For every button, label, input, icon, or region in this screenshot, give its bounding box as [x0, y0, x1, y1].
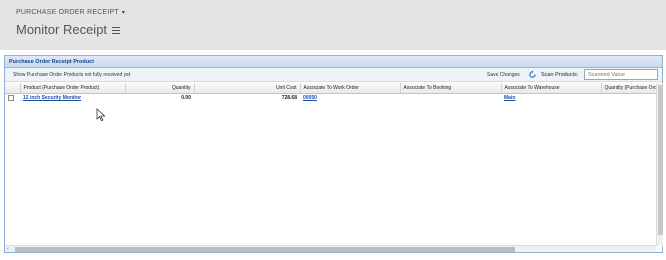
chevron-down-icon[interactable]: ▾ — [122, 9, 125, 16]
filter-view-label[interactable]: Show Purchase Order Products not fully r… — [13, 72, 130, 78]
grid-header-row: Product (Purchase Order Product) Quantit… — [5, 83, 656, 94]
mouse-pointer-icon — [96, 108, 106, 122]
panel-title: Purchase Order Receipt Product — [5, 56, 662, 68]
booking-cell[interactable] — [400, 93, 501, 102]
col-header-po-quantity[interactable]: Quantity (Purchase Order Prod — [601, 83, 656, 94]
grid-toolbar: Show Purchase Order Products not fully r… — [5, 68, 662, 82]
breadcrumb-label[interactable]: PURCHASE ORDER RECEIPT — [16, 9, 119, 16]
product-link[interactable]: 12 inch Security Monitor — [23, 95, 81, 101]
save-changes-button[interactable]: Save Changes — [487, 72, 520, 78]
po-quantity-cell[interactable] — [601, 93, 656, 102]
work-order-link[interactable]: 00050 — [303, 95, 317, 101]
page-header: PURCHASE ORDER RECEIPT ▾ Monitor Receipt — [0, 0, 666, 50]
quantity-cell[interactable]: 0.00 — [125, 93, 194, 102]
vertical-scrollbar[interactable] — [656, 83, 663, 246]
select-all-header[interactable] — [5, 83, 21, 94]
page-title: Monitor Receipt — [16, 22, 121, 37]
warehouse-link[interactable]: Main — [504, 95, 515, 101]
horizontal-scrollbar-thumb[interactable] — [15, 247, 515, 252]
col-header-unit-cost[interactable]: Unit Cost — [194, 83, 301, 94]
page-title-text: Monitor Receipt — [16, 22, 108, 37]
scan-products-input[interactable] — [584, 69, 658, 80]
po-receipt-product-panel: Purchase Order Receipt Product Show Purc… — [4, 55, 663, 253]
vertical-scrollbar-thumb[interactable] — [658, 85, 663, 235]
row-checkbox[interactable] — [8, 94, 14, 101]
hamburger-icon[interactable] — [112, 27, 121, 34]
table-row[interactable]: 12 inch Security Monitor 0.00 728.68 000… — [5, 93, 656, 102]
col-header-work-order[interactable]: Associate To Work Order — [300, 83, 401, 94]
scan-products-label: Scan Products: — [541, 72, 579, 78]
col-header-booking[interactable]: Associate To Booking — [400, 83, 502, 94]
breadcrumb[interactable]: PURCHASE ORDER RECEIPT ▾ — [16, 9, 125, 16]
col-header-quantity[interactable]: Quantity — [125, 83, 195, 94]
scroll-left-icon[interactable]: ‹ — [7, 247, 9, 252]
unit-cost-cell[interactable]: 728.68 — [194, 93, 300, 102]
refresh-icon[interactable] — [528, 70, 537, 79]
col-header-product[interactable]: Product (Purchase Order Product) — [20, 83, 126, 94]
horizontal-scrollbar[interactable]: ‹ — [5, 245, 656, 252]
col-header-warehouse[interactable]: Associate To Warehouse — [501, 83, 602, 94]
